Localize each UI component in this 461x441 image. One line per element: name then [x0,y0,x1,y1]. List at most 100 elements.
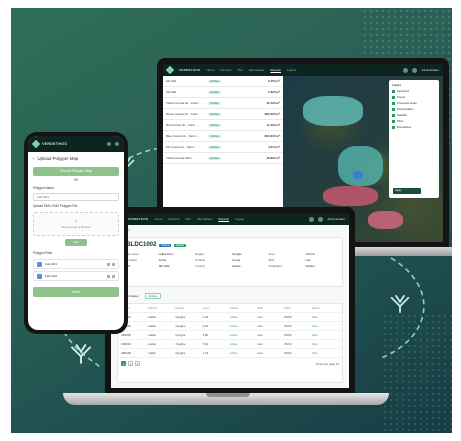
nav-farmers[interactable]: Farmers [168,217,179,221]
phone-screen: VERDETHOS ‹ Upload Polygon Map Record Po… [28,136,124,330]
list-item[interactable]: Red Cocoa Gl... Farm ... Verified 11,400 m… [163,120,283,131]
column-header[interactable]: Date [285,306,312,310]
page-button[interactable]: 2 [128,361,133,366]
nav-alternatives[interactable]: Alternatives [249,68,265,72]
record-polygon-button[interactable]: Record Polygon Map [33,167,119,176]
polygon-name-field[interactable]: Farm001 [33,193,119,201]
view-link[interactable]: View [312,342,339,346]
checkbox-icon[interactable] [392,107,395,111]
nav-alternatives[interactable]: Alternatives [197,217,213,221]
delete-icon[interactable] [112,274,115,278]
settings-icon[interactable] [412,67,418,73]
verdethos-leaf-icon [390,294,410,313]
layer-item[interactable]: Boundaries [392,125,436,129]
user-name[interactable]: Administrator [327,217,345,221]
table-row[interactable]: AB1003 Latika Oyogbe 2.80 Active Low 05/22 View [118,331,342,340]
nav-home[interactable]: Home [154,217,162,221]
nav-plot[interactable]: Plot [186,217,191,221]
cell: 4.22 [202,315,209,319]
nav-reports[interactable]: Reports [218,217,229,221]
list-item[interactable]: Blue Cocoa Gl... Farm ... Verified 800,000… [163,131,283,142]
cell: 2.80 [202,333,209,337]
attr-label: Area [268,252,275,256]
view-link[interactable]: View [312,324,339,328]
page-button[interactable]: 1 [121,361,126,366]
file-name: Farm001 [45,262,58,266]
apply-layers-button[interactable]: Apply [393,188,421,194]
plot-marker[interactable] [353,171,363,179]
nav-plot[interactable]: Plot [238,68,243,72]
screen-header: ‹ Upload Polygon Map [28,152,124,165]
layer-item[interactable]: Farmland [392,89,436,93]
delete-icon[interactable] [112,262,115,266]
row-name: AG-001 [166,79,177,83]
bell-icon[interactable] [107,142,111,146]
brand-name: VERDETHOS [127,217,149,221]
checkbox-icon[interactable] [392,95,395,99]
layer-label: Plots [397,119,404,123]
bell-icon[interactable] [403,67,409,73]
layer-item[interactable]: Plots [392,119,436,123]
list-item[interactable]: Farm001 [33,259,119,269]
app-topbar: VERDETHOS Home Farmers Plot Alternatives… [163,64,443,76]
list-item[interactable]: AG-001 Verified 2,450 m² [163,76,283,87]
row-value: 11,400 m² [266,123,280,127]
cell: Latika [148,324,156,328]
nav-farmers[interactable]: Farmers [220,68,231,72]
breadcrumb[interactable]: Plot details [111,225,349,235]
checkbox-icon[interactable] [392,101,395,105]
rows-per-page[interactable]: Rows per page 10 [316,362,339,366]
menu-icon[interactable] [115,142,119,146]
table-row[interactable]: AB1002LatikaOyogbe3.10ActiveLow05/22View [118,322,342,331]
row-name: Red Cocoa Gl... Farm ... [166,123,199,127]
settings-icon[interactable] [318,216,324,222]
list-item[interactable]: Yellow Cocoa Farm Verified 16,800 m² [163,153,283,164]
layer-item[interactable]: Forest [392,95,436,99]
column-header[interactable]: Status [230,306,257,310]
checkbox-icon[interactable] [392,113,395,117]
column-header[interactable]: Action [312,306,339,310]
status-badge: Verified [208,112,221,116]
edit-icon[interactable] [107,262,110,266]
column-header[interactable]: Risk [257,306,284,310]
add-button[interactable]: Add [65,239,87,246]
table-row[interactable]: AB1004 Latika Oyogbe 5.01 Active Low 05/22 View [118,340,342,349]
user-name[interactable]: Administrator [421,68,439,72]
nav-logout[interactable]: Logout [287,68,296,72]
edit-icon[interactable] [107,274,110,278]
phone: VERDETHOS ‹ Upload Polygon Map Record Po… [24,132,128,334]
back-arrow-icon[interactable]: ‹ [33,156,34,161]
checkbox-icon[interactable] [392,119,395,123]
cell: Latika [148,333,156,337]
list-item[interactable]: Farm002 [33,271,119,281]
nav-home[interactable]: Home [206,68,214,72]
bell-icon[interactable] [309,216,315,222]
row-name: PN Cocoa Gl... Farm ... [166,145,198,149]
list-item[interactable]: AG-002 Verified 1,820 m² [163,87,283,98]
column-header[interactable]: Region [176,306,203,310]
list-item[interactable]: Green Cocoa Gl... Farm ... Verified 980,00… [163,109,283,120]
column-header[interactable]: Area [203,306,230,310]
checkbox-icon[interactable] [392,125,395,129]
nav-reports[interactable]: Reports [270,68,281,72]
polygon-files-label: Polygon Files [33,251,53,255]
layer-item[interactable]: Deforestation [392,107,436,111]
layer-item[interactable]: Protected areas [392,101,436,105]
layer-item[interactable]: Satellite [392,113,436,117]
app-topbar: VERDETHOS Home Farmers Plot Alternatives… [111,213,349,225]
filter-button[interactable]: Active [144,293,161,299]
table-row[interactable]: AB1001LatikaOyogbe4.22ActiveLow05/22View [118,313,342,322]
nav-logout[interactable]: Logout [235,217,244,221]
checkbox-icon[interactable] [392,89,395,93]
list-item[interactable]: Yellow Cocoa Gl... Farm ... Verified 12,12… [163,98,283,109]
page-button[interactable]: 3 [135,361,140,366]
file-dropzone[interactable]: ⇪ Drag & Drop or Browse [33,212,119,236]
view-link[interactable]: View [312,315,339,319]
save-button[interactable]: Save [33,287,119,297]
table-row[interactable]: AB1005 Latika Oyogbe 1.22 Active Low 05/22 View [118,349,342,358]
view-link[interactable]: View [312,333,339,337]
file-icon [37,273,42,279]
view-link[interactable]: View [312,351,339,355]
column-header[interactable]: Farmer [148,306,175,310]
list-item[interactable]: PN Cocoa Gl... Farm ... Verified 4,210 m² [163,142,283,153]
